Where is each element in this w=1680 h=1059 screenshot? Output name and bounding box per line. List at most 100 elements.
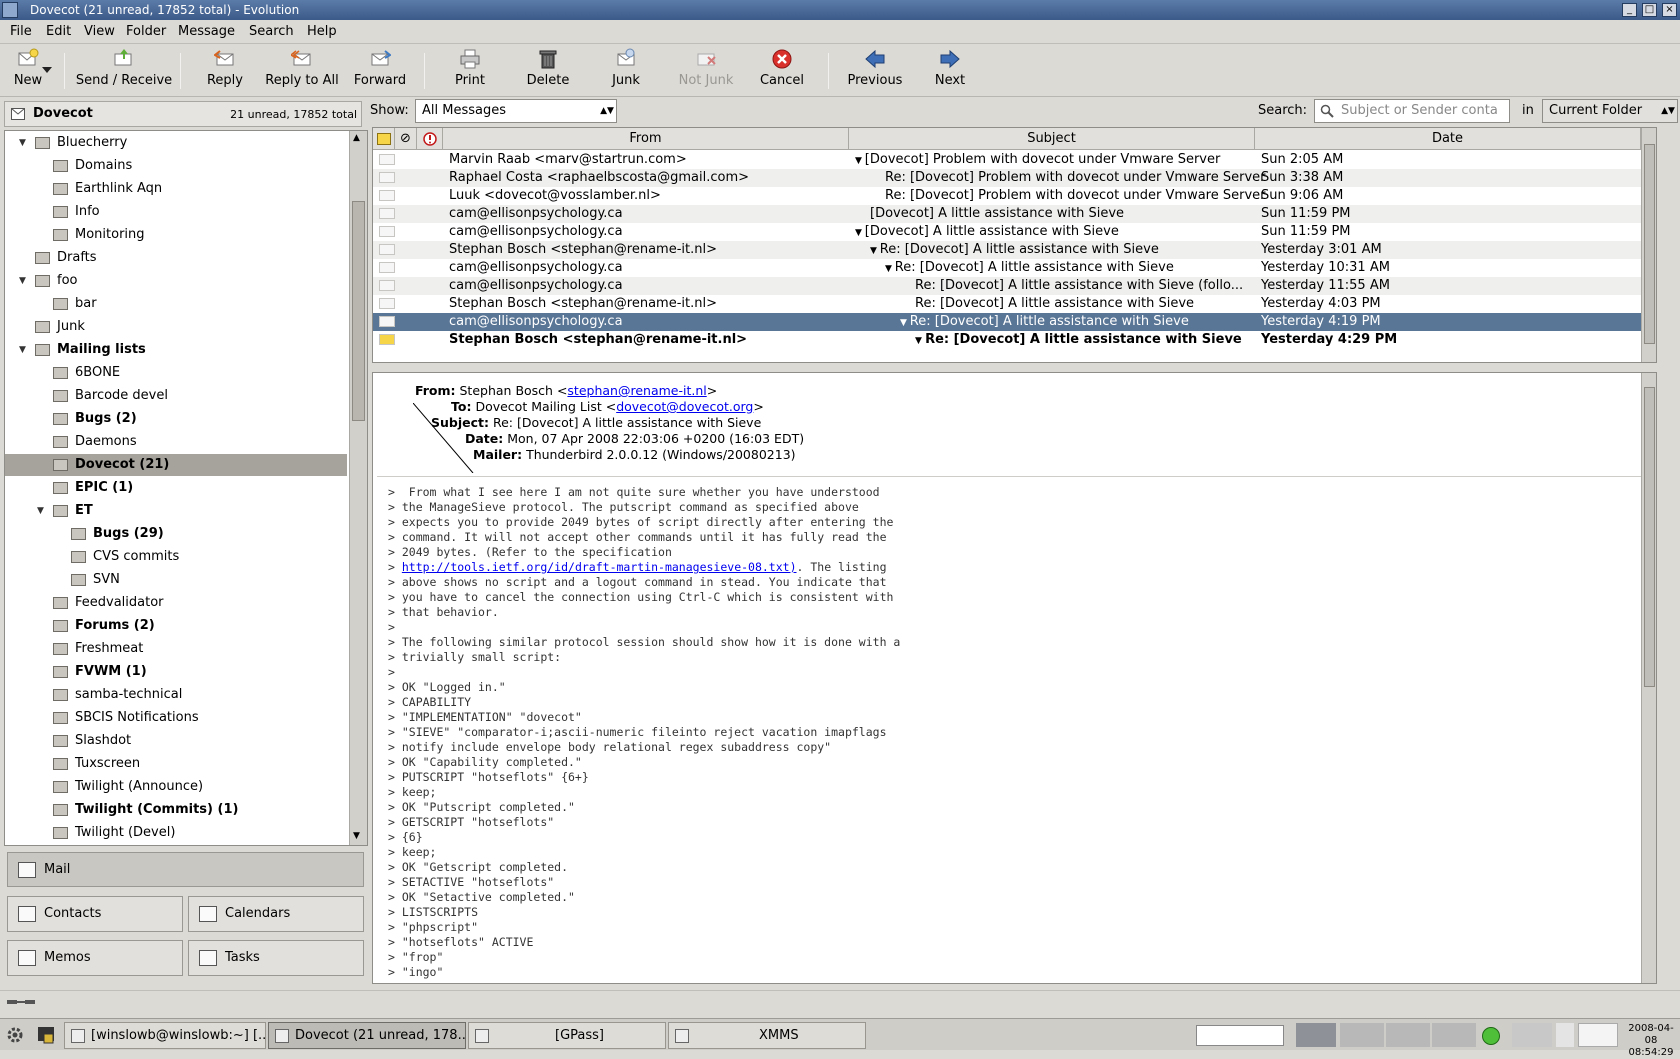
show-filter-select[interactable]: All Messages ▲▼ <box>415 99 617 123</box>
delete-button[interactable]: Delete <box>516 48 580 94</box>
folder-item[interactable]: FVWM (1) <box>5 661 347 683</box>
folder-item[interactable]: Junk <box>5 316 347 338</box>
menu-message[interactable]: Message <box>178 24 235 39</box>
folder-item[interactable]: Drafts <box>5 247 347 269</box>
folder-tree[interactable]: ▼ Bluecherry Domains Earthlink Aqn Info Monit… <box>4 130 368 846</box>
online-status-icon[interactable] <box>6 996 36 1008</box>
envelope-icon[interactable] <box>379 316 395 327</box>
message-row[interactable]: cam@ellisonpsychology.ca ▼ [Dovecot] A li… <box>373 223 1656 241</box>
reply-all-button[interactable]: Reply to All <box>262 48 342 94</box>
expander-icon[interactable]: ▼ <box>19 270 31 292</box>
envelope-icon[interactable] <box>379 226 395 237</box>
taskbar-run-input[interactable] <box>1196 1025 1284 1046</box>
message-row[interactable]: Luuk <dovecot@vosslamber.nl> Re: [Dovecot… <box>373 187 1656 205</box>
scroll-down-arrow[interactable]: ▼ <box>353 831 360 841</box>
print-button[interactable]: Print <box>440 48 500 94</box>
previous-button[interactable]: Previous <box>840 48 910 94</box>
column-flag[interactable] <box>417 128 443 150</box>
send-receive-button[interactable]: Send / Receive <box>74 48 174 94</box>
message-row[interactable]: cam@ellisonpsychology.ca ▼ Re: [Dovecot] … <box>373 259 1656 277</box>
gear-icon[interactable] <box>6 1026 24 1044</box>
folder-item[interactable]: Forums (2) <box>5 615 347 637</box>
task-terminal[interactable]: [winslowb@winslowb:~] [... <box>64 1022 266 1049</box>
message-row[interactable]: cam@ellisonpsychology.ca ▼ Re: [Dovecot] … <box>373 313 1656 331</box>
menu-help[interactable]: Help <box>307 24 337 39</box>
menu-file[interactable]: File <box>10 24 32 39</box>
folder-item[interactable]: ▼ Mailing lists <box>5 339 347 361</box>
task-gpass[interactable]: [GPass] <box>468 1022 666 1049</box>
message-row[interactable]: Marvin Raab <marv@startrun.com> ▼ [Doveco… <box>373 151 1656 169</box>
folder-item[interactable]: Tuxscreen <box>5 753 347 775</box>
folder-item[interactable]: Bugs (2) <box>5 408 347 430</box>
envelope-icon[interactable] <box>379 172 395 183</box>
envelope-icon[interactable] <box>379 262 395 273</box>
folder-item[interactable]: Twilight (Devel) <box>5 822 347 844</box>
folder-item[interactable]: ▼ Bluecherry <box>5 132 347 154</box>
junk-button[interactable]: Junk <box>594 48 658 94</box>
envelope-icon[interactable] <box>379 190 395 201</box>
envelope-icon[interactable] <box>379 334 395 345</box>
preview-scroll-thumb[interactable] <box>1644 387 1655 687</box>
folder-item[interactable]: Freshmeat <box>5 638 347 660</box>
spec-link[interactable]: http://tools.ietf.org/id/draft-martin-ma… <box>402 560 797 574</box>
cancel-button[interactable]: Cancel <box>750 48 814 94</box>
folder-item[interactable]: Daemons <box>5 431 347 453</box>
not-junk-button[interactable]: Not Junk <box>670 48 742 94</box>
folder-item[interactable]: samba-technical <box>5 684 347 706</box>
menu-search[interactable]: Search <box>249 24 294 39</box>
window-menu-button[interactable] <box>2 2 18 18</box>
close-button[interactable]: × <box>1662 3 1677 17</box>
folder-item[interactable]: Dovecot (21) <box>5 454 347 476</box>
reply-button[interactable]: Reply <box>190 48 260 94</box>
clock[interactable]: 2008-04-08 08:54:29 <box>1622 1023 1680 1059</box>
folder-item[interactable]: 6BONE <box>5 362 347 384</box>
column-attachment[interactable]: ⊘ <box>395 128 417 150</box>
folder-item[interactable]: SBCIS Notifications <box>5 707 347 729</box>
folder-item[interactable]: Monitoring <box>5 224 347 246</box>
thread-expander-icon[interactable]: ▼ <box>885 264 895 274</box>
message-row[interactable]: Raphael Costa <raphaelbscosta@gmail.com>… <box>373 169 1656 187</box>
folder-item[interactable]: Bugs (29) <box>5 523 347 545</box>
folder-item[interactable]: SVN <box>5 569 347 591</box>
from-email-link[interactable]: stephan@rename-it.nl <box>567 383 706 398</box>
message-row[interactable]: cam@ellisonpsychology.ca Re: [Dovecot] A … <box>373 277 1656 295</box>
envelope-icon[interactable] <box>379 280 395 291</box>
thread-expander-icon[interactable]: ▼ <box>900 318 910 328</box>
search-scope-select[interactable]: Current Folder ▲▼ <box>1542 99 1678 123</box>
thread-expander-icon[interactable]: ▼ <box>915 336 925 346</box>
next-button[interactable]: Next <box>918 48 982 94</box>
minimize-button[interactable]: _ <box>1622 3 1637 17</box>
folder-item[interactable]: EPIC (1) <box>5 477 347 499</box>
folder-tree-scroll-thumb[interactable] <box>352 201 365 421</box>
column-date[interactable]: Date <box>1255 128 1641 150</box>
folder-item[interactable]: Twilight (Announce) <box>5 776 347 798</box>
folder-item[interactable]: Earthlink Aqn <box>5 178 347 200</box>
message-list[interactable]: ⊘ From Subject Date Marvin Raab <marv@st… <box>372 127 1657 363</box>
expander-icon[interactable]: ▼ <box>37 500 49 522</box>
folder-item[interactable]: ▼ foo <box>5 270 347 292</box>
column-subject[interactable]: Subject <box>849 128 1255 150</box>
task-xmms[interactable]: XMMS <box>668 1022 866 1049</box>
switcher-tasks[interactable]: Tasks <box>188 940 364 976</box>
envelope-icon[interactable] <box>379 154 395 165</box>
message-row[interactable]: Stephan Bosch <stephan@rename-it.nl> ▼ Re… <box>373 241 1656 259</box>
lock-screen-icon[interactable] <box>36 1025 56 1045</box>
envelope-icon[interactable] <box>379 298 395 309</box>
message-list-scroll-thumb[interactable] <box>1644 144 1655 344</box>
switcher-mail[interactable]: Mail <box>7 852 364 887</box>
status-icon[interactable] <box>1482 1027 1500 1045</box>
maximize-button[interactable]: □ <box>1642 3 1657 17</box>
thread-expander-icon[interactable]: ▼ <box>855 156 865 166</box>
folder-item[interactable]: Domains <box>5 155 347 177</box>
thread-expander-icon[interactable]: ▼ <box>855 228 865 238</box>
message-row[interactable]: Stephan Bosch <stephan@rename-it.nl> Re: … <box>373 295 1656 313</box>
envelope-icon[interactable] <box>379 244 395 255</box>
preview-scrollbar[interactable] <box>1641 373 1656 983</box>
to-email-link[interactable]: dovecot@dovecot.org <box>616 399 753 414</box>
column-status[interactable] <box>373 128 395 150</box>
forward-button[interactable]: Forward <box>348 48 412 94</box>
message-row[interactable]: Stephan Bosch <stephan@rename-it.nl> ▼ Re… <box>373 331 1656 349</box>
folder-tree-scrollbar[interactable]: ▲ ▼ <box>349 131 367 845</box>
expander-icon[interactable]: ▼ <box>19 339 31 361</box>
search-input[interactable]: Subject or Sender conta <box>1314 99 1510 123</box>
